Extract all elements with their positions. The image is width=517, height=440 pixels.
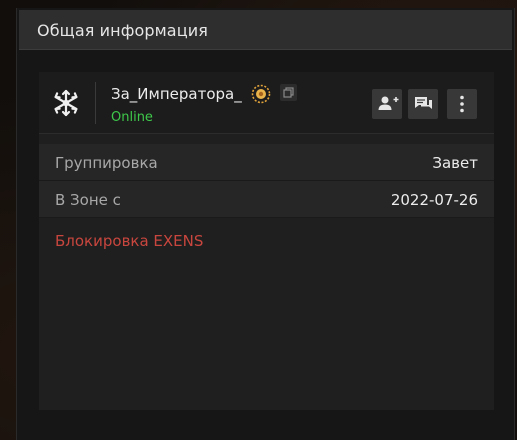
message-icon — [415, 97, 432, 109]
message-button[interactable] — [408, 89, 438, 119]
player-profile-row: За_Императора_ Online — [39, 72, 494, 134]
copy-name-button[interactable] — [280, 84, 297, 101]
copy-icon — [283, 87, 294, 98]
rank-badge-icon — [251, 84, 271, 104]
ban-status: Блокировка EXENS — [55, 232, 204, 250]
add-friend-icon — [378, 96, 399, 110]
faction-value: Завет — [432, 154, 478, 172]
divider — [95, 82, 96, 124]
zone-since-row: В Зоне с 2022-07-26 — [39, 181, 494, 218]
general-info-panel: Общая информация За_Императора_ Online Г… — [16, 8, 515, 440]
panel-title: Общая информация — [37, 21, 208, 40]
player-name: За_Императора_ — [111, 85, 242, 103]
online-status: Online — [111, 110, 153, 125]
zone-since-value: 2022-07-26 — [390, 191, 478, 209]
faction-row: Группировка Завет — [39, 144, 494, 181]
player-card: За_Императора_ Online Группировка Завет … — [39, 72, 494, 410]
more-options-icon — [460, 95, 464, 113]
zone-since-label: В Зоне с — [55, 191, 121, 209]
more-options-button[interactable] — [447, 89, 477, 119]
panel-header: Общая информация — [19, 10, 512, 50]
add-friend-button[interactable] — [372, 89, 402, 119]
group-emblem-icon — [54, 89, 78, 117]
faction-label: Группировка — [55, 154, 158, 172]
